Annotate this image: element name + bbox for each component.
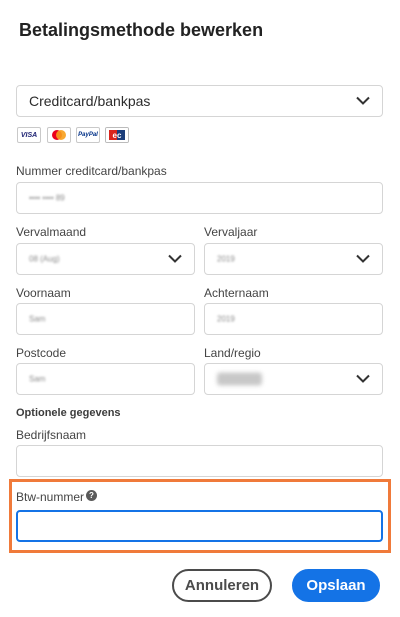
last-name-value: 2019: [217, 314, 235, 324]
last-name-label: Achternaam: [204, 286, 269, 300]
card-number-value: •••• •••• 89: [29, 193, 65, 203]
chevron-down-icon: [356, 374, 370, 383]
company-field[interactable]: [16, 445, 383, 477]
svg-text:ec: ec: [113, 131, 122, 140]
first-name-field[interactable]: Sam: [16, 303, 195, 335]
postcode-label: Postcode: [16, 346, 67, 360]
company-label: Bedrijfsnaam: [16, 428, 87, 442]
exp-year-select[interactable]: 2019: [204, 243, 383, 275]
exp-month-select[interactable]: 08 (Aug): [16, 243, 195, 275]
country-select[interactable]: Nederland: [204, 363, 383, 395]
chevron-down-icon: [356, 254, 370, 263]
exp-year-label: Vervaljaar: [204, 225, 258, 239]
last-name-field[interactable]: 2019: [204, 303, 383, 335]
vat-label: Btw-nummer: [16, 490, 85, 504]
postcode-value: Sam: [29, 374, 46, 384]
exp-year-value: 2019: [217, 254, 235, 264]
save-button[interactable]: Opslaan: [292, 569, 380, 602]
card-number-label: Nummer creditcard/bankpas: [16, 164, 167, 178]
optional-heading: Optionele gegevens: [16, 407, 121, 419]
postcode-field[interactable]: Sam: [16, 363, 195, 395]
visa-icon: VISA: [17, 127, 41, 143]
payment-method-select[interactable]: Creditcard/bankpas: [16, 85, 383, 117]
card-number-field[interactable]: •••• •••• 89: [16, 182, 383, 214]
exp-month-value: 08 (Aug): [29, 254, 60, 264]
help-icon[interactable]: ?: [86, 490, 97, 501]
payment-method-value: Creditcard/bankpas: [29, 93, 151, 109]
first-name-value: Sam: [29, 314, 46, 324]
mastercard-icon: [47, 127, 71, 143]
chevron-down-icon: [168, 254, 182, 263]
exp-month-label: Vervalmaand: [16, 225, 87, 239]
first-name-label: Voornaam: [16, 286, 71, 300]
country-label: Land/regio: [204, 346, 261, 360]
country-value: Nederland: [217, 372, 262, 386]
ec-card-icon: ec: [105, 127, 129, 143]
paypal-icon: PayPal: [76, 127, 100, 143]
vat-number-field[interactable]: [16, 510, 383, 542]
cancel-button[interactable]: Annuleren: [172, 569, 272, 602]
chevron-down-icon: [356, 96, 370, 105]
dialog-title: Betalingsmethode bewerken: [19, 20, 264, 40]
